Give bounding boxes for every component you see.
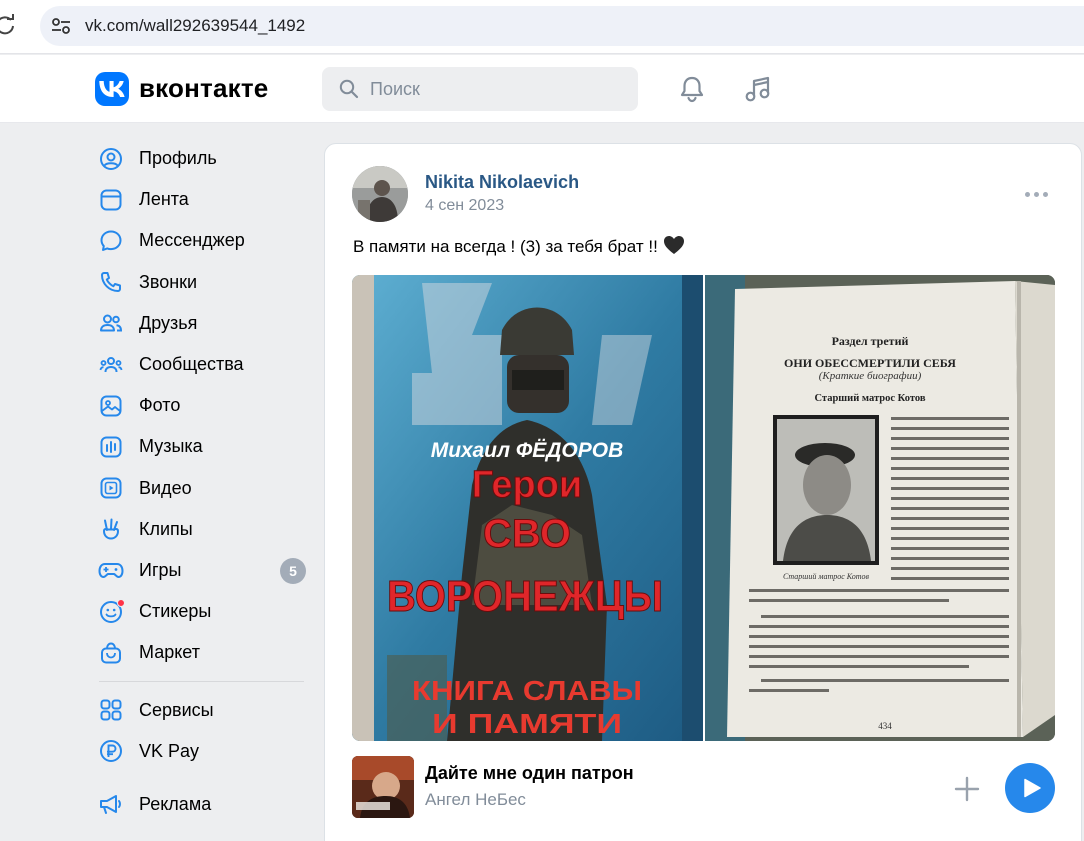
- ads-icon: [97, 790, 125, 818]
- page-section-text: Раздел третий: [832, 334, 909, 348]
- post-date-link[interactable]: 4 сен 2023: [425, 197, 504, 215]
- search-input[interactable]: [370, 67, 620, 111]
- sidebar-item-label: Реклама: [139, 793, 212, 814]
- sidebar-item-label: Профиль: [139, 148, 217, 169]
- audio-attachment[interactable]: Дайте мне один патрон Ангел НеБес: [352, 756, 1057, 820]
- cover-subtitle-line2: И ПАМЯТИ: [432, 708, 622, 739]
- author-avatar[interactable]: [352, 166, 408, 222]
- sidebar-item-label: Сообщества: [139, 354, 244, 375]
- address-bar[interactable]: vk.com/wall292639544_1492: [40, 6, 1084, 46]
- site-settings-icon[interactable]: [50, 15, 72, 37]
- audio-artist-link[interactable]: Ангел НеБес: [425, 790, 526, 810]
- sidebar-item-label: Стикеры: [139, 601, 212, 622]
- sidebar-item-label: Музыка: [139, 436, 203, 457]
- sidebar-item-label: Лента: [139, 189, 189, 210]
- sidebar-item-video[interactable]: Видео: [96, 468, 308, 509]
- page-heading-text: ОНИ ОБЕССМЕРТИЛИ СЕБЯ: [784, 356, 956, 370]
- photos-icon: [97, 392, 125, 420]
- post-more-options-icon[interactable]: [1025, 184, 1051, 204]
- brand-name[interactable]: вконтакте: [139, 73, 268, 104]
- sidebar-item-label: Друзья: [139, 312, 198, 333]
- audio-cover-art[interactable]: [352, 756, 414, 818]
- sidebar-item-label: Сервисы: [139, 699, 214, 720]
- stickers-icon: [97, 598, 125, 626]
- page-subheading-text: (Краткие биографии): [819, 370, 922, 382]
- cover-author-text: Михаил ФЁДОРОВ: [431, 439, 624, 462]
- sidebar-item-label: Звонки: [139, 271, 198, 292]
- sidebar-item-photos[interactable]: Фото: [96, 385, 308, 426]
- audio-title[interactable]: Дайте мне один патрон: [425, 763, 634, 784]
- post-text-content: В памяти на всегда ! (3) за тебя брат !!: [353, 237, 658, 256]
- url-text[interactable]: vk.com/wall292639544_1492: [85, 16, 305, 36]
- sidebar-item-label: Фото: [139, 395, 181, 416]
- book-cover-image: Михаил ФЁДОРОВ Герои СВО ВОРОНЕЖЦЫ КНИГА…: [352, 275, 703, 741]
- services-icon: [97, 696, 125, 724]
- post-photo-book-page[interactable]: Раздел третий ОНИ ОБЕССМЕРТИЛИ СЕБЯ (Кра…: [705, 275, 1055, 741]
- sidebar-item-feed[interactable]: Лента: [96, 179, 308, 220]
- communities-icon: [97, 351, 125, 379]
- search-box[interactable]: [322, 67, 638, 111]
- sidebar-item-music[interactable]: Музыка: [96, 426, 308, 467]
- notifications-bell-icon[interactable]: [676, 73, 708, 105]
- search-icon: [339, 79, 359, 99]
- page-number-text: 434: [878, 721, 892, 731]
- sidebar-item-clips[interactable]: Клипы: [96, 509, 308, 550]
- sidebar-item-label: Клипы: [139, 518, 193, 539]
- page-rank-name-text: Старший матрос Котов: [814, 393, 925, 404]
- sidebar-item-label: Мессенджер: [139, 230, 245, 251]
- add-audio-plus-icon[interactable]: [952, 774, 982, 804]
- music-player-icon[interactable]: [742, 73, 774, 105]
- site-header: вконтакте: [0, 55, 1084, 123]
- messenger-icon: [97, 227, 125, 255]
- sidebar-item-profile[interactable]: Профиль: [96, 138, 308, 179]
- browser-toolbar: vk.com/wall292639544_1492: [0, 0, 1084, 54]
- cover-subtitle-line1: КНИГА СЛАВЫ: [412, 675, 642, 706]
- wall-post: Nikita Nikolaevich 4 сен 2023 В памяти н…: [324, 143, 1082, 841]
- book-page-image: Раздел третий ОНИ ОБЕССМЕРТИЛИ СЕБЯ (Кра…: [705, 275, 1055, 741]
- sidebar-item-ads[interactable]: Реклама: [96, 784, 308, 825]
- vkpay-icon: [97, 737, 125, 765]
- black-heart-emoji-icon: [663, 236, 684, 254]
- market-icon: [97, 639, 125, 667]
- author-name-link[interactable]: Nikita Nikolaevich: [425, 172, 579, 193]
- sidebar-item-market[interactable]: Маркет: [96, 632, 308, 673]
- sidebar-item-stickers[interactable]: Стикеры: [96, 591, 308, 632]
- music-icon: [97, 433, 125, 461]
- vk-logo-icon[interactable]: [95, 72, 129, 106]
- audio-play-button[interactable]: [1005, 763, 1055, 813]
- sidebar-item-label: Маркет: [139, 642, 200, 663]
- sidebar-item-label: Видео: [139, 477, 192, 498]
- feed-icon: [97, 186, 125, 214]
- sidebar-item-services[interactable]: Сервисы: [96, 689, 308, 730]
- cover-title-line1: Герои: [472, 464, 583, 506]
- sidebar-item-calls[interactable]: Звонки: [96, 262, 308, 303]
- post-photo-book-cover[interactable]: Михаил ФЁДОРОВ Герои СВО ВОРОНЕЖЦЫ КНИГА…: [352, 275, 703, 741]
- friends-icon: [97, 309, 125, 337]
- sidebar-item-label: Игры: [139, 559, 182, 580]
- calls-icon: [97, 268, 125, 296]
- sidebar-item-communities[interactable]: Сообщества: [96, 344, 308, 385]
- sidebar-item-messenger[interactable]: Мессенджер: [96, 220, 308, 261]
- profile-icon: [97, 145, 125, 173]
- sidebar-item-games[interactable]: Игры 5: [96, 550, 308, 591]
- menu-divider: [99, 681, 304, 683]
- left-navigation: Профиль Лента Мессенджер Звонки Друзья С…: [96, 138, 308, 825]
- photo-caption-text: Старший матрос Котов: [783, 572, 870, 581]
- cover-title-line2: СВО: [483, 512, 571, 556]
- stickers-new-dot: [117, 598, 125, 607]
- sidebar-item-vkpay[interactable]: VK Pay: [96, 731, 308, 772]
- games-icon: [97, 556, 125, 584]
- sidebar-item-friends[interactable]: Друзья: [96, 303, 308, 344]
- video-icon: [97, 474, 125, 502]
- sidebar-item-label: VK Pay: [139, 740, 200, 761]
- reload-icon[interactable]: [0, 14, 16, 36]
- post-text: В памяти на всегда ! (3) за тебя брат !!: [353, 235, 685, 257]
- cover-title-line3: ВОРОНЕЖЦЫ: [387, 572, 663, 621]
- games-counter-badge: 5: [280, 557, 306, 584]
- clips-icon: [97, 515, 125, 543]
- play-icon: [1024, 778, 1041, 798]
